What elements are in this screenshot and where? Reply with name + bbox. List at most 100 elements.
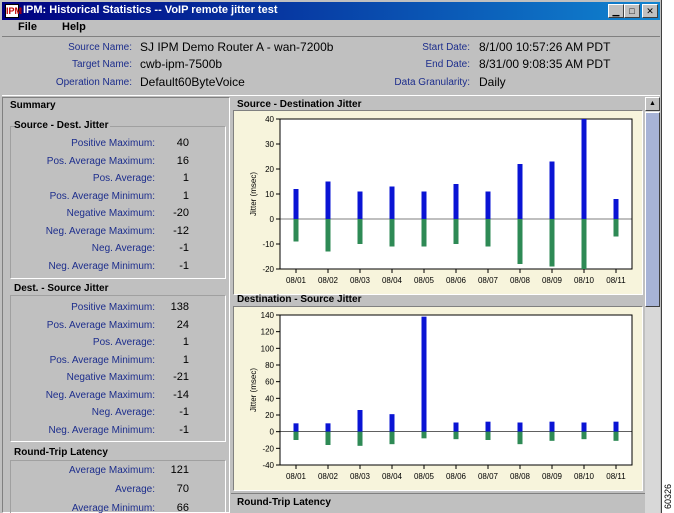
x-tick-label: 08/03 <box>350 276 371 285</box>
x-tick-label: 08/07 <box>478 276 499 285</box>
bar-positive <box>389 186 395 219</box>
title-bar[interactable]: IPM IPM: Historical Statistics -- VoIP r… <box>2 2 660 20</box>
x-tick-label: 08/09 <box>542 472 563 481</box>
x-tick-label: 08/11 <box>606 472 626 481</box>
x-tick-label: 08/01 <box>286 276 307 285</box>
y-tick-label: 40 <box>265 115 274 124</box>
charts-area[interactable]: Source - Destination Jitter -20 -10 0 10 20 3… <box>231 97 645 513</box>
y-tick-label: 10 <box>265 190 274 199</box>
stat-value: 1 <box>182 336 189 348</box>
bar-positive <box>293 189 299 219</box>
stat-value: 40 <box>176 137 189 149</box>
scroll-thumb[interactable] <box>645 112 660 307</box>
stat-label: Pos. Average: <box>92 337 155 348</box>
bar-negative <box>581 219 587 269</box>
stat-label: Average: <box>115 484 155 495</box>
stat-value: 24 <box>176 318 189 331</box>
maximize-icon: □ <box>629 6 635 16</box>
stat-label: Pos. Average Minimum: <box>49 354 155 366</box>
stat-value: 1 <box>182 189 189 202</box>
x-tick-label: 08/11 <box>606 276 626 285</box>
maximize-button[interactable]: □ <box>624 4 640 18</box>
stat-label: Negative Maximum: <box>66 208 155 219</box>
target-name-value: cwb-ipm-7500b <box>140 57 223 71</box>
bar-negative <box>613 431 619 441</box>
x-tick-label: 08/10 <box>574 276 595 285</box>
group-title-dest-source: Dest. - Source Jitter <box>14 283 111 294</box>
chart-dest-source-jitter: -40 -20 0 20 40 60 80 100 120 140 Jitter (msec) 08/… <box>249 311 633 481</box>
bar-positive <box>581 119 587 219</box>
source-name-value: SJ IPM Demo Router A - wan-7200b <box>140 40 334 54</box>
bar-positive <box>581 422 587 432</box>
bar-positive <box>357 410 363 432</box>
y-tick-label: 20 <box>265 165 274 174</box>
stat-value: -1 <box>179 242 189 254</box>
stat-label: Pos. Average Maximum: <box>46 155 155 167</box>
bar-negative <box>389 431 395 445</box>
x-tick-label: 08/08 <box>510 472 531 481</box>
bar-positive <box>357 191 363 219</box>
vertical-scrollbar[interactable]: ▲ <box>645 97 660 513</box>
chart-title-source-dest: Source - Destination Jitter <box>237 99 362 110</box>
x-tick-label: 08/06 <box>446 276 467 285</box>
bar-positive <box>549 161 555 219</box>
operation-name-value: Default60ByteVoice <box>140 75 245 89</box>
minimize-button[interactable]: ▁ <box>608 4 624 18</box>
group-title-latency: Round-Trip Latency <box>14 447 110 458</box>
stat-value: 70 <box>176 483 189 495</box>
menu-file[interactable]: File <box>18 21 37 33</box>
stat-label: Positive Maximum: <box>71 302 155 313</box>
bar-negative <box>325 431 331 445</box>
start-date-label: Start Date: <box>422 42 470 53</box>
x-tick-label: 08/04 <box>382 472 403 481</box>
bar-positive <box>613 199 619 219</box>
bar-positive <box>613 421 619 432</box>
divider <box>231 493 645 494</box>
y-tick-label: 0 <box>270 428 275 437</box>
bar-positive <box>421 316 427 432</box>
app-icon: IPM <box>5 4 23 18</box>
bar-negative <box>485 219 491 247</box>
x-tick-label: 08/07 <box>478 472 499 481</box>
y-tick-label: -40 <box>262 461 274 470</box>
bar-negative <box>293 431 299 440</box>
stat-label: Pos. Average Maximum: <box>46 319 155 331</box>
y-axis-label: Jitter (msec) <box>249 172 258 216</box>
window-title: IPM: Historical Statistics -- VoIP remot… <box>23 4 278 16</box>
x-tick-label: 08/03 <box>350 472 371 481</box>
summary-panel: Summary Source - Dest. Jitter Positive M… <box>2 97 230 513</box>
y-tick-label: 40 <box>265 394 274 403</box>
stat-label: Average Minimum: <box>71 503 155 513</box>
bar-positive <box>389 414 395 432</box>
chart-source-dest-jitter: -20 -10 0 10 20 30 40 Jitter (msec) 08/01 08/02 08… <box>249 115 633 285</box>
stat-value: 1 <box>182 353 189 366</box>
bar-positive <box>325 181 331 219</box>
arrow-up-icon: ▲ <box>649 100 656 107</box>
granularity-label: Data Granularity: <box>394 77 470 88</box>
stat-value: 16 <box>176 154 189 167</box>
y-tick-label: 120 <box>261 328 275 337</box>
y-tick-label: 140 <box>261 311 275 320</box>
stat-label: Negative Maximum: <box>66 372 155 383</box>
bar-positive <box>517 164 523 219</box>
bar-negative <box>549 431 555 441</box>
stat-value: 121 <box>170 464 189 476</box>
stat-label: Pos. Average Minimum: <box>49 190 155 202</box>
bar-positive <box>517 422 523 432</box>
source-name-label: Source Name: <box>68 42 132 53</box>
chart-frame-dest-source: -40 -20 0 20 40 60 80 100 120 140 Jitter (msec) 08/… <box>233 306 643 491</box>
y-tick-label: -10 <box>262 240 274 249</box>
x-tick-label: 08/05 <box>414 276 435 285</box>
stat-label: Neg. Average: <box>91 407 155 418</box>
bar-negative <box>325 219 331 252</box>
bar-negative <box>293 219 299 242</box>
bar-positive <box>453 184 459 219</box>
end-date-label: End Date: <box>425 59 470 70</box>
minimize-icon: ▁ <box>612 6 620 16</box>
granularity-value: Daily <box>479 75 506 89</box>
close-button[interactable]: ✕ <box>642 4 658 18</box>
bar-positive <box>453 422 459 432</box>
menu-help[interactable]: Help <box>62 21 86 33</box>
bar-negative <box>581 431 587 440</box>
scroll-up-button[interactable]: ▲ <box>645 97 660 111</box>
